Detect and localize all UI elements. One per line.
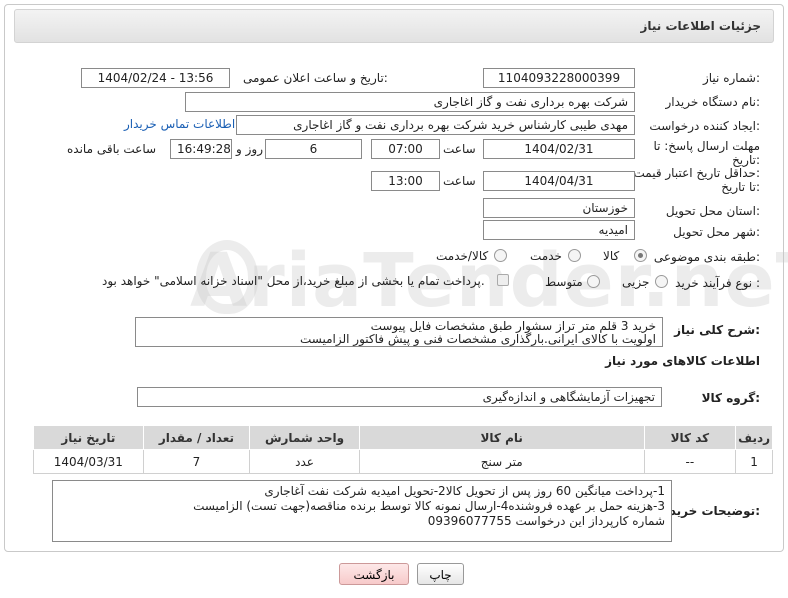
category-option-service: خدمت (530, 249, 562, 263)
validity-time-word: ساعت (443, 174, 476, 188)
cell-qty: 7 (142, 449, 251, 474)
city-field: امیدیه (483, 220, 635, 240)
buyer-notes-label: توضیحات خریدار: (658, 504, 760, 518)
category-label: طبقه بندی موضوعی: (653, 250, 760, 264)
category-option-goods: کالا (603, 249, 620, 263)
cell-unit: عدد (249, 449, 360, 474)
province-label: استان محل تحویل: (665, 204, 760, 218)
buyer-notes-line-3: شماره کارپرداز این درخواست 09396077755 (427, 514, 665, 528)
col-date: تاریخ نیاز (33, 425, 144, 450)
city-label: شهر محل تحویل: (673, 225, 760, 239)
buyer-notes-line-1: 1-پرداخت میانگین 60 روز پس از تحویل کالا… (264, 484, 665, 498)
col-unit: واحد شمارش (249, 425, 360, 450)
col-qty: تعداد / مقدار (142, 425, 251, 450)
col-code: کد کالا (643, 425, 737, 450)
category-radio-service[interactable] (568, 249, 581, 262)
table-row: 1 -- متر سنج عدد 7 1404/03/31 (33, 449, 773, 474)
print-button[interactable]: چاپ (417, 563, 464, 585)
validity-date-field: 1404/04/31 (483, 171, 635, 191)
treasury-note: پرداخت تمام یا بخشی از مبلغ خرید،از محل … (102, 274, 485, 288)
process-radio-minor[interactable] (655, 275, 668, 288)
goods-section-title: اطلاعات کالاهای مورد نیاز (605, 354, 760, 368)
panel-header: جزئیات اطلاعات نیاز (14, 9, 774, 43)
buyer-notes-textarea[interactable]: 1-پرداخت میانگین 60 روز پس از تحویل کالا… (52, 480, 672, 542)
col-row: ردیف (735, 425, 773, 450)
goods-group-label: گروه کالا: (701, 391, 760, 405)
buyer-notes-line-2: 3-هزینه حمل بر عهده فروشنده4-ارسال نمونه… (193, 499, 665, 513)
announce-label: تاریخ و ساعت اعلان عمومی: (243, 71, 388, 85)
category-radio-both[interactable] (494, 249, 507, 262)
validity-label-date: تا تاریخ: (721, 180, 760, 194)
cell-row: 1 (735, 449, 773, 474)
deadline-label-date: تاریخ: (732, 153, 760, 167)
treasury-checkbox[interactable] (497, 274, 509, 286)
process-option-medium: متوسط (545, 275, 583, 289)
need-number-label: شماره نیاز: (702, 71, 760, 85)
province-field: خوزستان (483, 198, 635, 218)
panel-title: جزئیات اطلاعات نیاز (640, 19, 761, 33)
remaining-time-field: 16:49:28 (170, 139, 232, 159)
validity-time-field: 13:00 (371, 171, 440, 191)
category-option-both: کالا/خدمت (436, 249, 489, 263)
remaining-word: ساعت باقی مانده (67, 142, 157, 156)
days-field: 6 (265, 139, 362, 159)
need-number-field: 1104093228000399 (483, 68, 635, 88)
process-radio-medium[interactable] (587, 275, 600, 288)
back-button[interactable]: بازگشت (339, 563, 409, 585)
goods-group-field: تجهیزات آزمایشگاهی و اندازه‌گیری (137, 387, 662, 407)
deadline-time-field: 07:00 (371, 139, 440, 159)
creator-label: ایجاد کننده درخواست: (649, 119, 760, 133)
description-textarea[interactable]: خرید 3 قلم متر تراز سشوار طبق مشخصات فای… (135, 317, 663, 347)
cell-date: 1404/03/31 (33, 449, 144, 474)
buyer-org-field: شرکت بهره برداری نفت و گاز اغاجاری (185, 92, 635, 112)
description-label: شرح کلی نیاز: (674, 323, 760, 337)
goods-table: ردیف کد کالا نام کالا واحد شمارش تعداد /… (33, 425, 773, 474)
validity-label: حداقل تاریخ اعتبار قیمت: (633, 166, 760, 180)
goods-table-header: ردیف کد کالا نام کالا واحد شمارش تعداد /… (33, 425, 773, 450)
process-option-minor: جزیی (622, 275, 650, 289)
process-label: نوع فرآیند خرید : (675, 276, 760, 290)
deadline-label: مهلت ارسال پاسخ: تا (653, 139, 760, 153)
category-radio-goods[interactable] (634, 249, 647, 262)
deadline-time-word: ساعت (443, 142, 476, 156)
cell-name: متر سنج (358, 449, 645, 474)
creator-field: مهدی طیبی کارشناس خرید شرکت بهره برداری … (236, 115, 635, 135)
contact-buyer-link[interactable]: اطلاعات تماس خریدار (124, 117, 235, 131)
announce-field: 1404/02/24 - 13:56 (81, 68, 230, 88)
days-word: روز و (236, 142, 263, 156)
buyer-org-label: نام دستگاه خریدار: (665, 95, 761, 109)
description-line-2: اولویت با کالای ایرانی.بارگذاری مشخصات ف… (299, 332, 656, 346)
col-name: نام کالا (358, 425, 645, 450)
deadline-date-field: 1404/02/31 (483, 139, 635, 159)
cell-code: -- (643, 449, 737, 474)
